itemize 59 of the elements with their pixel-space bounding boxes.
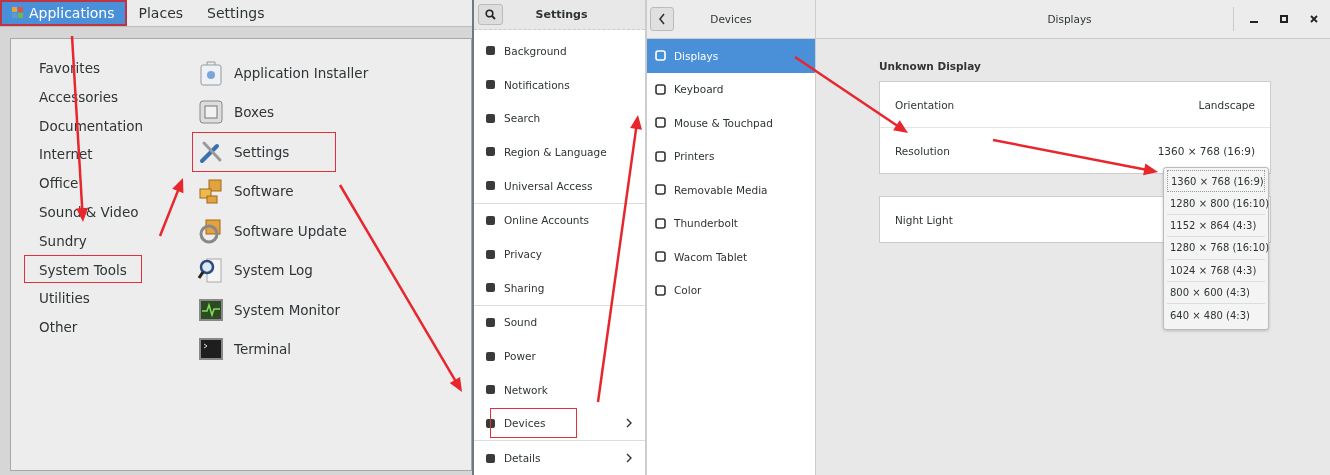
setting-value[interactable]: Landscape	[1198, 98, 1255, 111]
nav-list-item[interactable]: Notifications	[474, 67, 645, 102]
resolution-option[interactable]: 640 × 480 (4:3)	[1167, 304, 1265, 327]
app-item[interactable]: Terminal	[192, 329, 336, 369]
category-item[interactable]: Utilities	[24, 283, 112, 313]
back-button[interactable]	[650, 7, 674, 31]
resolution-option[interactable]: 1024 × 768 (4:3)	[1167, 259, 1265, 282]
search-button[interactable]	[478, 4, 503, 26]
maximize-icon[interactable]	[1280, 15, 1288, 23]
nav-list-item[interactable]: Power	[474, 339, 645, 373]
nav-list-item[interactable]: Sound	[474, 305, 645, 340]
sidebar-item[interactable]: Color	[647, 273, 815, 307]
setting-label: Resolution	[895, 144, 950, 157]
nav-list-item[interactable]: Background	[474, 34, 645, 68]
chevron-left-icon	[658, 13, 666, 25]
annotation-arrow	[158, 178, 184, 237]
app-item[interactable]: Application Installer	[192, 53, 382, 93]
grid-logo-icon	[12, 7, 24, 19]
app-item[interactable]: Software Update	[192, 211, 360, 251]
category-item[interactable]: Office	[24, 168, 112, 197]
section-title: Unknown Display	[879, 60, 982, 72]
nav-list-item[interactable]: Details	[474, 441, 645, 475]
app-item[interactable]: Boxes	[192, 92, 336, 132]
resolution-option[interactable]: 1152 × 864 (4:3)	[1167, 214, 1265, 238]
setting-label: Orientation	[895, 98, 955, 111]
app-item[interactable]: Settings	[192, 132, 336, 172]
resolution-option[interactable]: 800 × 600 (4:3)	[1167, 281, 1265, 305]
top-bar-menu[interactable]: Places	[126, 0, 196, 26]
panel-title: Settings	[534, 8, 589, 22]
sidebar-title: Devices	[709, 13, 753, 25]
nav-list-item[interactable]: Online Accounts	[474, 203, 645, 238]
close-icon[interactable]	[1310, 15, 1318, 23]
category-item[interactable]: System Tools	[24, 254, 142, 284]
nav-list-item[interactable]: Universal Access	[474, 168, 645, 203]
sidebar-item[interactable]: Printers	[647, 139, 815, 173]
packages-icon	[197, 177, 225, 206]
app-item[interactable]: System Monitor	[192, 290, 353, 330]
resolution-option[interactable]: 1360 × 768 (16:9)	[1167, 170, 1265, 193]
sidebar-item[interactable]: Wacom Tablet	[647, 240, 815, 274]
sidebar-item[interactable]: Thunderbolt	[647, 206, 815, 240]
nav-list-item[interactable]: Sharing	[474, 270, 645, 305]
bag-icon	[197, 58, 225, 87]
category-item[interactable]: Other	[24, 312, 112, 341]
top-bar-menu[interactable]: Settings	[195, 0, 277, 26]
sidebar-item[interactable]: Removable Media	[647, 173, 815, 207]
sidebar-item[interactable]: Mouse & Touchpad	[647, 106, 815, 140]
app-item[interactable]: Software	[192, 171, 336, 211]
box-icon	[197, 98, 225, 127]
nav-list-item[interactable]: Search	[474, 101, 645, 136]
nav-list-item[interactable]: Network	[474, 372, 645, 407]
magnifier-icon	[197, 256, 225, 285]
nav-list-item[interactable]: Privacy	[474, 237, 645, 271]
nav-list-item[interactable]: Region & Language	[474, 135, 645, 169]
category-item[interactable]: Sundry	[24, 225, 112, 255]
sidebar-item[interactable]: Keyboard	[647, 72, 815, 106]
window-title: Displays	[1046, 13, 1093, 25]
setting-value[interactable]: 1360 × 768 (16:9)	[1157, 144, 1255, 157]
nav-list-item[interactable]: Devices	[474, 406, 645, 441]
app-item[interactable]: System Log	[192, 250, 336, 290]
